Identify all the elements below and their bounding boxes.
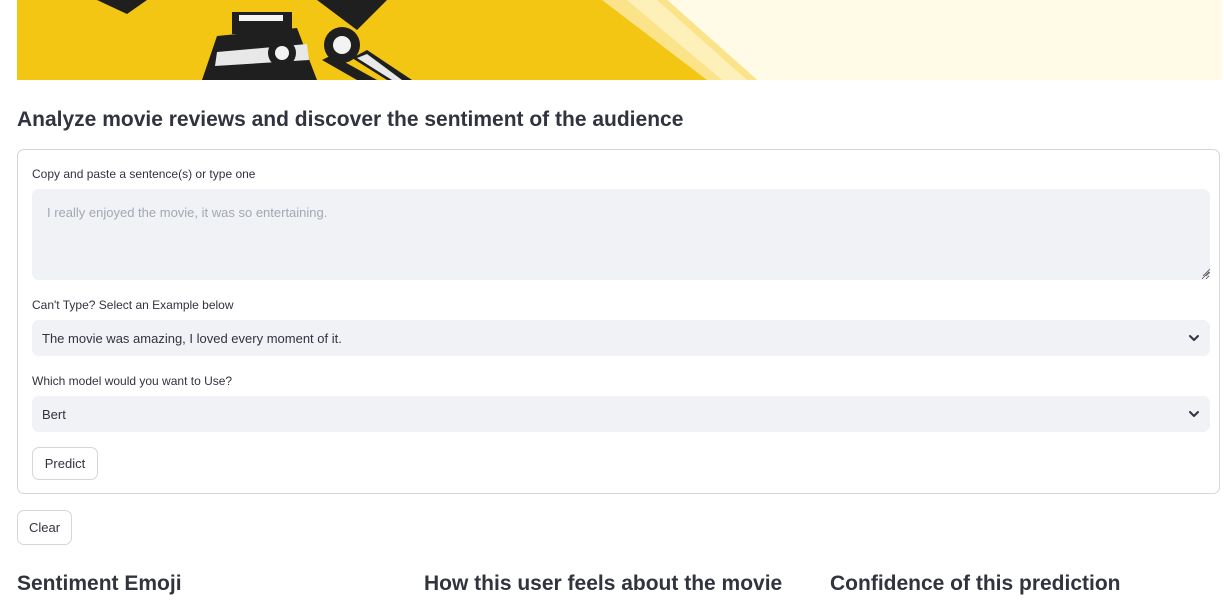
confidence-heading: Confidence of this prediction <box>830 572 1121 595</box>
prediction-form: Copy and paste a sentence(s) or type one… <box>17 149 1220 494</box>
review-text-input[interactable] <box>32 189 1210 280</box>
example-select-value: The movie was amazing, I loved every mom… <box>42 330 342 346</box>
film-camera-illustration <box>97 0 1222 80</box>
banner-image <box>17 0 1222 80</box>
clear-button[interactable]: Clear <box>17 510 72 545</box>
page-title: Analyze movie reviews and discover the s… <box>17 108 684 131</box>
predict-button[interactable]: Predict <box>32 447 98 480</box>
model-select-value: Bert <box>42 406 66 422</box>
model-select[interactable]: Bert <box>32 396 1210 432</box>
sentiment-emoji-heading: Sentiment Emoji <box>17 572 182 595</box>
text-input-label: Copy and paste a sentence(s) or type one <box>32 167 256 181</box>
chevron-down-icon <box>1189 335 1199 341</box>
chevron-down-icon <box>1189 411 1199 417</box>
user-feeling-heading: How this user feels about the movie <box>424 572 783 595</box>
resize-grip-icon[interactable] <box>1202 268 1210 276</box>
example-select[interactable]: The movie was amazing, I loved every mom… <box>32 320 1210 356</box>
example-select-label: Can't Type? Select an Example below <box>32 298 234 312</box>
model-select-label: Which model would you want to Use? <box>32 374 233 388</box>
